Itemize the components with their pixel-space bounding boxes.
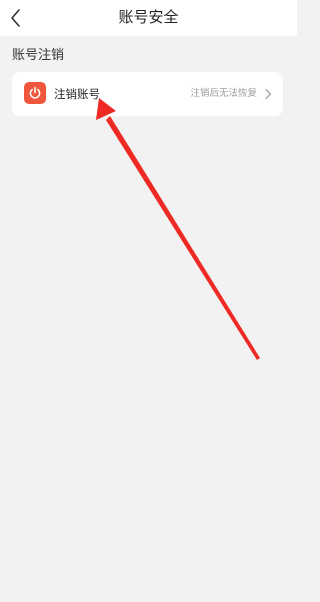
section-title: 账号注销 [12, 48, 65, 63]
chevron-right-icon [265, 88, 272, 100]
navbar: 账号安全 [0, 0, 297, 36]
deactivate-hint: 注销后无法恢复 [190, 88, 257, 99]
power-icon [24, 82, 46, 104]
page-title: 账号安全 [118, 8, 179, 26]
deactivate-account-item[interactable]: 注销账号 注销后无法恢复 [12, 72, 283, 116]
deactivate-account-label: 注销账号 [54, 87, 100, 101]
